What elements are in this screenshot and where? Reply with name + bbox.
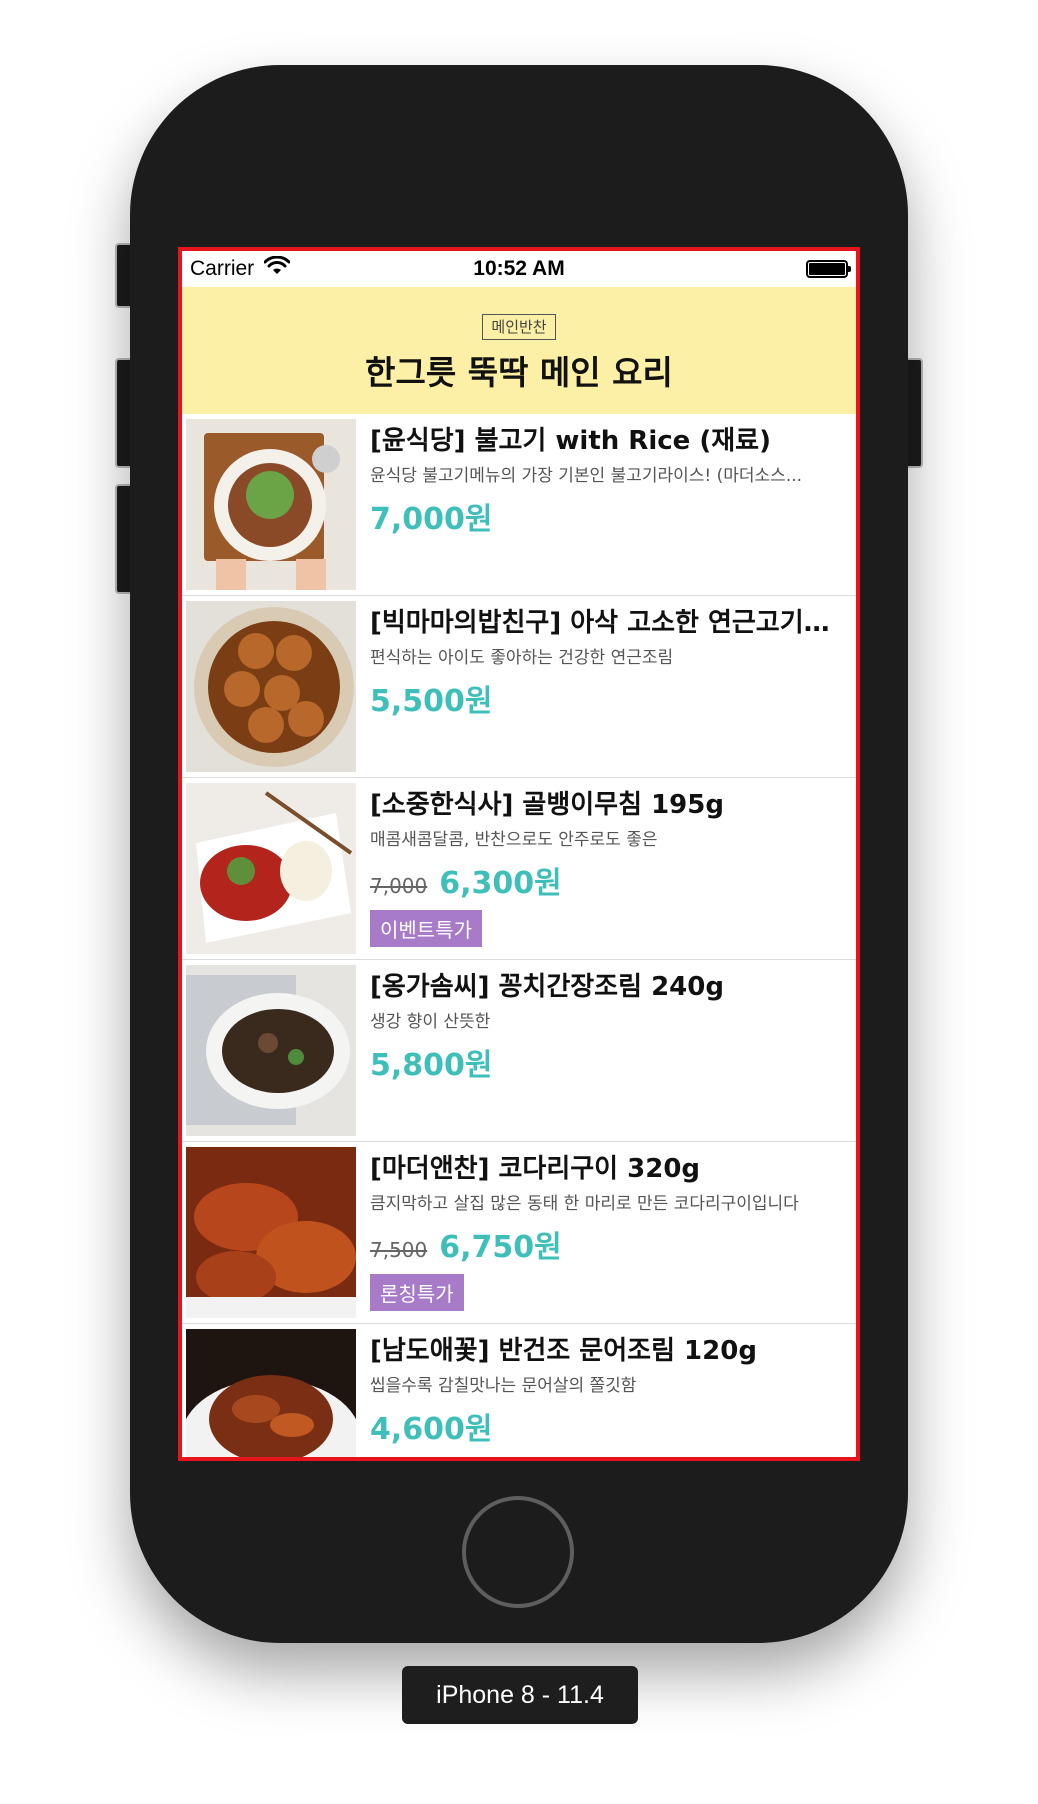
product-title: [소중한식사] 골뱅이무침 195g	[370, 790, 724, 820]
product-row[interactable]: [소중한식사] 골뱅이무침 195g 매콤새콤달콤, 반찬으로도 안주로도 좋은…	[182, 778, 856, 960]
home-button[interactable]	[462, 1496, 574, 1608]
status-right	[648, 260, 851, 278]
original-price: 7,500	[370, 1238, 428, 1262]
product-description: 큼지막하고 살집 많은 동태 한 마리로 만든 코다리구이입니다	[370, 1194, 799, 1214]
product-image	[186, 783, 356, 954]
product-price: 6,300원	[439, 866, 562, 901]
price-line: 4,600원	[370, 1404, 846, 1448]
section-title: 한그릇 뚝딱 메인 요리	[365, 353, 673, 392]
product-row[interactable]: [옹가솜씨] 꽁치간장조림 240g 생강 향이 산뜻한 5,800원	[182, 960, 856, 1142]
price-line: 5,800원	[370, 1040, 846, 1084]
status-time: 10:52 AM	[473, 257, 565, 280]
product-image	[186, 601, 356, 772]
product-image	[186, 1329, 356, 1457]
product-price: 5,500원	[370, 684, 493, 719]
status-left: Carrier	[190, 255, 390, 282]
product-row[interactable]: [마더앤찬] 코다리구이 320g 큼지막하고 살집 많은 동태 한 마리로 만…	[182, 1142, 856, 1324]
product-row[interactable]: [빅마마의밥친구] 아삭 고소한 연근고기조림 250g 편식하는 아이도 좋아…	[182, 596, 856, 778]
category-badge: 메인반찬	[482, 314, 556, 340]
product-price: 6,750원	[439, 1230, 562, 1265]
wifi-icon	[263, 255, 291, 282]
product-info: [윤식당] 불고기 with Rice (재료) 윤식당 불고기메뉴의 가장 기…	[370, 424, 846, 538]
product-price: 4,600원	[370, 1412, 493, 1447]
product-title: [빅마마의밥친구] 아삭 고소한 연근고기조림 250g	[370, 608, 846, 638]
product-description: 생강 향이 산뜻한	[370, 1012, 491, 1032]
product-info: [옹가솜씨] 꽁치간장조림 240g 생강 향이 산뜻한 5,800원	[370, 970, 846, 1084]
product-info: [빅마마의밥친구] 아삭 고소한 연근고기조림 250g 편식하는 아이도 좋아…	[370, 606, 846, 720]
product-description: 윤식당 불고기메뉴의 가장 기본인 불고기라이스! (마더소스...	[370, 466, 803, 486]
product-image	[186, 419, 356, 590]
product-list[interactable]: [윤식당] 불고기 with Rice (재료) 윤식당 불고기메뉴의 가장 기…	[182, 414, 856, 1457]
product-info: [남도애꽃] 반건조 문어조림 120g 씹을수록 감칠맛나는 문어살의 쫄깃함…	[370, 1334, 846, 1448]
price-line: 5,500원	[370, 676, 846, 720]
product-image	[186, 965, 356, 1136]
product-row[interactable]: [윤식당] 불고기 with Rice (재료) 윤식당 불고기메뉴의 가장 기…	[182, 414, 856, 596]
product-price: 5,800원	[370, 1048, 493, 1083]
promo-tag: 이벤트특가	[370, 910, 482, 947]
app-screen: Carrier 10:52 AM 메인반찬 한그릇 뚝딱 메인 요리 [윤식당]…	[178, 247, 860, 1461]
product-description: 편식하는 아이도 좋아하는 건강한 연근조림	[370, 648, 674, 668]
product-info: [소중한식사] 골뱅이무침 195g 매콤새콤달콤, 반찬으로도 안주로도 좋은…	[370, 788, 846, 947]
price-line: 7,500 6,750원	[370, 1222, 846, 1266]
product-description: 씹을수록 감칠맛나는 문어살의 쫄깃함	[370, 1376, 637, 1396]
promo-tag: 론칭특가	[370, 1274, 464, 1311]
product-price: 7,000원	[370, 502, 493, 537]
original-price: 7,000	[370, 874, 428, 898]
carrier-label: Carrier	[190, 257, 255, 280]
product-info: [마더앤찬] 코다리구이 320g 큼지막하고 살집 많은 동태 한 마리로 만…	[370, 1152, 846, 1311]
product-title: [남도애꽃] 반건조 문어조림 120g	[370, 1336, 757, 1366]
price-line: 7,000원	[370, 494, 846, 538]
product-title: [옹가솜씨] 꽁치간장조림 240g	[370, 972, 724, 1002]
product-image	[186, 1147, 356, 1318]
status-bar: Carrier 10:52 AM	[182, 251, 856, 287]
device-label: iPhone 8 - 11.4	[402, 1666, 638, 1724]
price-line: 7,000 6,300원	[370, 858, 846, 902]
battery-icon	[806, 260, 851, 278]
product-title: [윤식당] 불고기 with Rice (재료)	[370, 426, 771, 456]
section-header: 메인반찬 한그릇 뚝딱 메인 요리	[182, 287, 856, 414]
product-row[interactable]: [남도애꽃] 반건조 문어조림 120g 씹을수록 감칠맛나는 문어살의 쫄깃함…	[182, 1324, 856, 1457]
product-description: 매콤새콤달콤, 반찬으로도 안주로도 좋은	[370, 830, 658, 850]
product-title: [마더앤찬] 코다리구이 320g	[370, 1154, 701, 1184]
